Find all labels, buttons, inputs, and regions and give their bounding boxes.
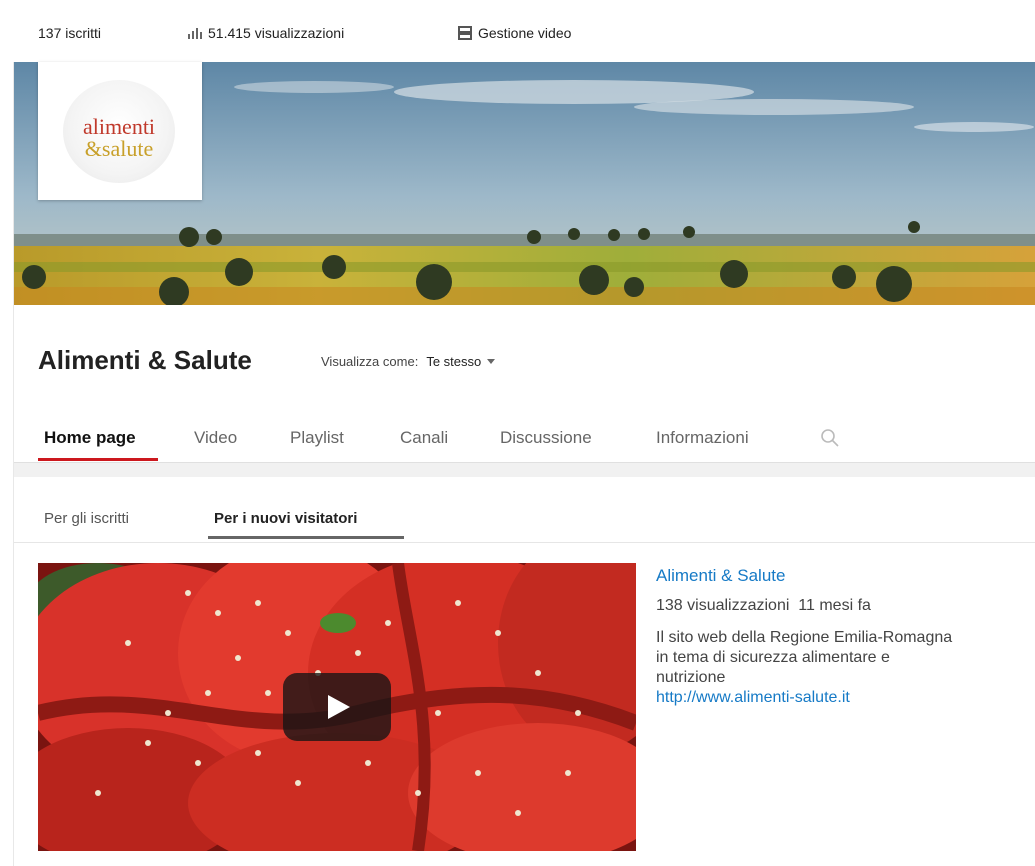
video-age: 11 mesi fa: [798, 597, 871, 614]
video-description-text: Il sito web della Regione Emilia-Romagna…: [656, 629, 953, 686]
video-view-count: 138 visualizzazioni: [656, 597, 790, 614]
video-manager-icon: [458, 26, 472, 40]
tab-about[interactable]: Informazioni: [656, 428, 749, 448]
channel-logo: alimenti &salute: [63, 80, 175, 183]
video-description-link[interactable]: http://www.alimenti-salute.it: [656, 688, 956, 708]
logo-text-alimenti: alimenti: [82, 114, 156, 139]
featured-video-description: Il sito web della Regione Emilia-Romagna…: [656, 628, 956, 708]
subtabs-divider: [14, 542, 1035, 543]
view-as-label: Visualizza come:: [321, 354, 419, 369]
active-subtab-indicator: [208, 536, 404, 539]
dropdown-caret-icon: [487, 359, 496, 364]
bar-chart-icon: [188, 27, 202, 39]
view-as-value: Te stesso: [426, 354, 482, 369]
subscriber-count: 137 iscritti: [38, 25, 102, 41]
content-separator: [14, 463, 1035, 477]
view-as-selector[interactable]: Visualizza come: Te stesso: [321, 354, 496, 369]
tab-video[interactable]: Video: [194, 428, 237, 448]
channel-avatar[interactable]: alimenti &salute: [38, 62, 202, 200]
channel-stats-bar: 137 iscritti 51.415 visualizzazioni Gest…: [0, 0, 1035, 62]
tab-channels[interactable]: Canali: [400, 428, 448, 448]
play-button[interactable]: [283, 673, 391, 741]
tab-playlist[interactable]: Playlist: [290, 428, 344, 448]
manage-videos-link[interactable]: Gestione video: [458, 25, 571, 41]
tab-discussion[interactable]: Discussione: [500, 428, 592, 448]
subtab-subscribers[interactable]: Per gli iscritti: [44, 510, 129, 527]
logo-text-salute: &salute: [84, 136, 154, 161]
subtab-new-visitors[interactable]: Per i nuovi visitatori: [214, 510, 357, 527]
active-tab-indicator: [38, 458, 158, 461]
featured-video-title[interactable]: Alimenti & Salute: [656, 566, 785, 586]
play-icon: [328, 695, 350, 719]
search-icon[interactable]: [820, 428, 840, 448]
featured-video-meta: 138 visualizzazioni 11 mesi fa: [656, 597, 871, 615]
channel-title: Alimenti & Salute: [38, 345, 252, 375]
tab-home[interactable]: Home page: [44, 428, 136, 448]
views-stat[interactable]: 51.415 visualizzazioni: [188, 25, 344, 41]
